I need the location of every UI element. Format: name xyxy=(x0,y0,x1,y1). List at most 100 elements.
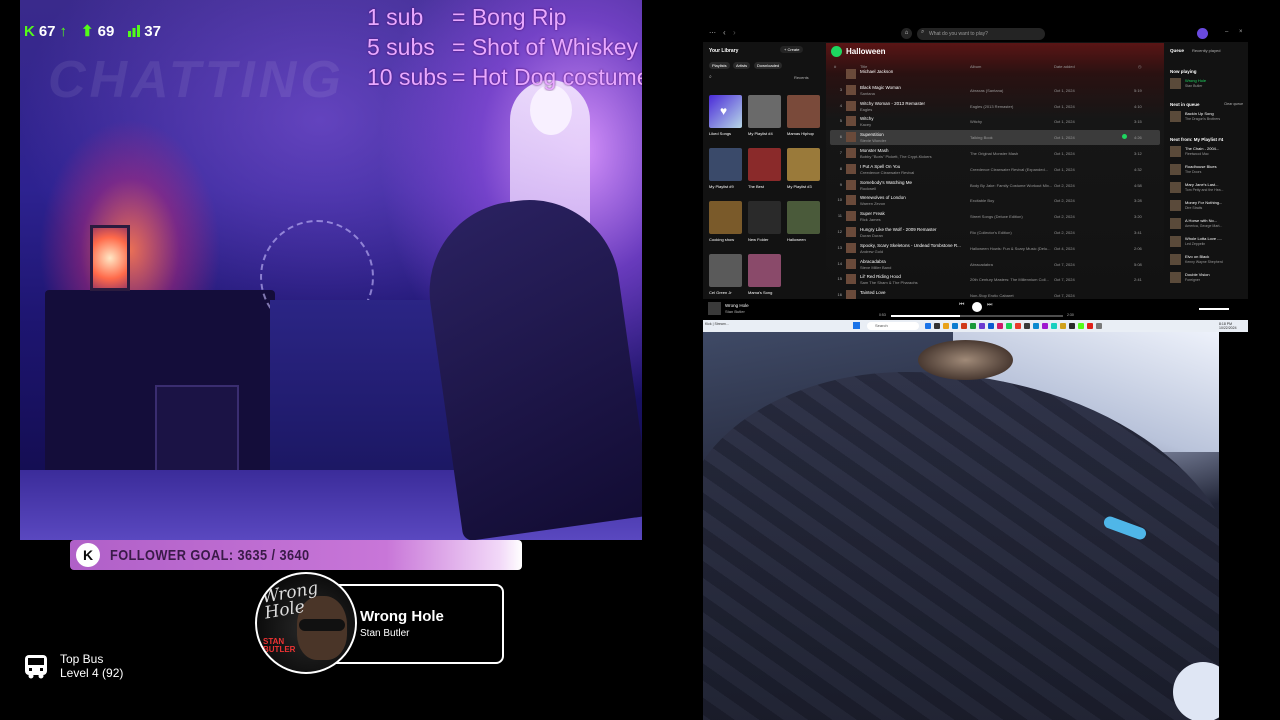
queue-item[interactable]: Double Vision Foreigner xyxy=(1170,271,1246,284)
track-row[interactable]: 14 Abracadabra Steve Miller Band Abracadabr… xyxy=(830,257,1160,272)
taskbar-app-icon[interactable] xyxy=(979,323,985,329)
queue-item[interactable]: A Horse with No... America, George Mart..… xyxy=(1170,217,1246,230)
volume-slider[interactable] xyxy=(1199,308,1229,310)
track-row[interactable]: 7 Monster Mash Bobby "Boris" Pickett, The … xyxy=(830,146,1160,161)
clear-queue-button[interactable]: Clear queue xyxy=(1224,102,1243,106)
track-thumb xyxy=(1170,218,1181,229)
track-row[interactable]: 13 Spooky, Scary Skeletons - Undead Tombs… xyxy=(830,241,1160,256)
track-row[interactable]: 5 Witchy Kacey Witchy Oct 1, 2024 3:15 xyxy=(830,114,1160,129)
queue-title: Mary Jane's Last... xyxy=(1185,182,1219,187)
taskbar-search-input[interactable]: Search xyxy=(867,322,919,330)
taskbar-app-icon[interactable] xyxy=(988,323,994,329)
forward-icon[interactable]: › xyxy=(733,28,736,37)
taskbar-app-icon[interactable] xyxy=(1024,323,1030,329)
taskbar-app-icon[interactable] xyxy=(1033,323,1039,329)
person-icon: ⬆ xyxy=(81,23,94,40)
track-dur: 3:20 xyxy=(1134,214,1142,220)
pause-button[interactable] xyxy=(972,302,982,312)
track-row[interactable]: 3 Black Magic Woman Santana Abraxas (Santan… xyxy=(830,83,1160,98)
taskbar-app-icon[interactable] xyxy=(1051,323,1057,329)
library-tile[interactable] xyxy=(787,148,820,181)
queue-item[interactable]: Elvo on Black Kenny Wayne Shepherd xyxy=(1170,253,1246,266)
create-button[interactable]: + Create xyxy=(780,46,804,53)
track-row[interactable]: 10 Werewolves of London Warren Zevon Excita… xyxy=(830,193,1160,208)
queue-item[interactable]: Backin Up Song The Dragon's Brothers xyxy=(1170,110,1246,123)
avatar[interactable] xyxy=(1197,28,1208,39)
taskbar-app-icon[interactable] xyxy=(925,323,931,329)
minimize-icon[interactable]: – xyxy=(1225,29,1228,35)
taskbar-app-icon[interactable] xyxy=(997,323,1003,329)
queue-item[interactable]: Mary Jane's Last... Tom Petty and the Hea… xyxy=(1170,181,1246,194)
queue-artist: Dire Straits xyxy=(1185,206,1203,210)
taskbar-app-icon[interactable] xyxy=(1078,323,1084,329)
queue-item[interactable]: The Chain - 2004... Fleetwood Mac xyxy=(1170,145,1246,158)
progress-bar[interactable] xyxy=(891,315,1063,317)
queue-item[interactable]: Whole Lotta Love -... Led Zeppelin xyxy=(1170,235,1246,248)
library-tile[interactable] xyxy=(787,201,820,234)
back-icon[interactable]: ‹ xyxy=(723,28,726,37)
library-tile-label: The Best xyxy=(748,184,765,189)
track-row[interactable]: 12 Hungry Like the Wolf - 2009 Remaster Du… xyxy=(830,225,1160,240)
track-row[interactable]: 4 Witchy Woman - 2013 Remaster Eagles Eagle… xyxy=(830,99,1160,114)
previous-icon[interactable]: ⏮ xyxy=(959,302,964,309)
track-row[interactable]: 6 Superstition Stevie Wonder Talking Book Oc… xyxy=(830,130,1160,146)
track-thumb xyxy=(846,179,856,190)
track-thumb xyxy=(846,211,856,222)
sort-label[interactable]: Recents xyxy=(794,75,809,80)
track-row[interactable]: Michael Jackson xyxy=(830,67,1160,82)
queue-item[interactable]: Roadhouse Blues The Doors xyxy=(1170,163,1246,176)
library-tile[interactable] xyxy=(748,201,781,234)
home-icon[interactable]: ⌂ xyxy=(901,28,912,39)
taskbar-app-icon[interactable] xyxy=(1069,323,1075,329)
chip-artists[interactable]: Artists xyxy=(733,62,751,69)
taskbar-app-icon[interactable] xyxy=(1096,323,1102,329)
menu-icon[interactable]: ⋯ xyxy=(709,29,716,37)
taskbar-app-icon[interactable] xyxy=(934,323,940,329)
taskbar-app-icon[interactable] xyxy=(952,323,958,329)
taskbar-app-icon[interactable] xyxy=(1087,323,1093,329)
saved-check-icon[interactable] xyxy=(1122,134,1127,140)
track-row[interactable]: 11 Super Freak Rick James Street Songs (Del… xyxy=(830,209,1160,224)
taskbar-app-icon[interactable] xyxy=(1060,323,1066,329)
track-album: Body By Jake: Family Costume Workout Mix… xyxy=(970,182,1053,188)
library-tile[interactable] xyxy=(787,95,820,128)
taskbar-app-icon[interactable] xyxy=(1042,323,1048,329)
start-icon[interactable] xyxy=(853,322,860,329)
taskbar-window-title[interactable]: Kick | Stream... xyxy=(705,322,729,326)
chip-downloaded[interactable]: Downloaded xyxy=(754,62,783,69)
taskbar-clock[interactable]: 8:18 PM 10/22/2024 xyxy=(1219,322,1237,330)
play-button[interactable] xyxy=(831,46,842,57)
sub-goal-1: 1 sub = Bong Rip xyxy=(367,4,566,31)
library-tile[interactable]: ♥ xyxy=(709,95,742,128)
tab-queue[interactable]: Queue xyxy=(1170,48,1184,53)
player-title[interactable]: Wrong Hole xyxy=(725,303,749,308)
track-row[interactable]: 8I Put A Spell On You Creedence Clearwate… xyxy=(830,162,1160,177)
library-tile[interactable] xyxy=(709,201,742,234)
track-row[interactable]: 9 Somebody's Watching Me Rockwell Body By J… xyxy=(830,178,1160,193)
taskbar-app-icon[interactable] xyxy=(961,323,967,329)
library-search-icon[interactable]: ⌕ xyxy=(709,74,712,80)
queue-item[interactable]: Money For Nothing... Dire Straits xyxy=(1170,199,1246,212)
spotify-search-input[interactable]: What do you want to play? xyxy=(917,28,1045,40)
taskbar-app-icon[interactable] xyxy=(1006,323,1012,329)
queue-title: Elvo on Black xyxy=(1185,254,1210,259)
taskbar-app-icon[interactable] xyxy=(1015,323,1021,329)
taskbar-app-icon[interactable] xyxy=(970,323,976,329)
track-thumb xyxy=(846,242,856,253)
taskbar-app-icon[interactable] xyxy=(943,323,949,329)
library-tile[interactable] xyxy=(748,148,781,181)
library-tile[interactable] xyxy=(709,148,742,181)
track-row[interactable]: 15 Lil' Red Riding Hood Sam The Sham & The… xyxy=(830,272,1160,287)
track-artist: Steve Miller Band xyxy=(860,264,892,270)
queue-artist: Tom Petty and the Hea... xyxy=(1185,188,1224,192)
tab-recently-played[interactable]: Recently played xyxy=(1192,48,1220,53)
library-tile[interactable] xyxy=(748,254,781,287)
close-icon[interactable]: × xyxy=(1239,29,1243,35)
player-artist[interactable]: Stan Butler xyxy=(725,309,745,314)
now-playing-label: Now playing xyxy=(1170,69,1197,74)
library-tile[interactable] xyxy=(709,254,742,287)
next-icon[interactable]: ⏭ xyxy=(987,302,992,309)
queue-now-playing[interactable]: Wrong Hole Stan Butler xyxy=(1170,77,1246,90)
chip-playlists[interactable]: Playlists xyxy=(709,62,730,69)
library-tile[interactable] xyxy=(748,95,781,128)
